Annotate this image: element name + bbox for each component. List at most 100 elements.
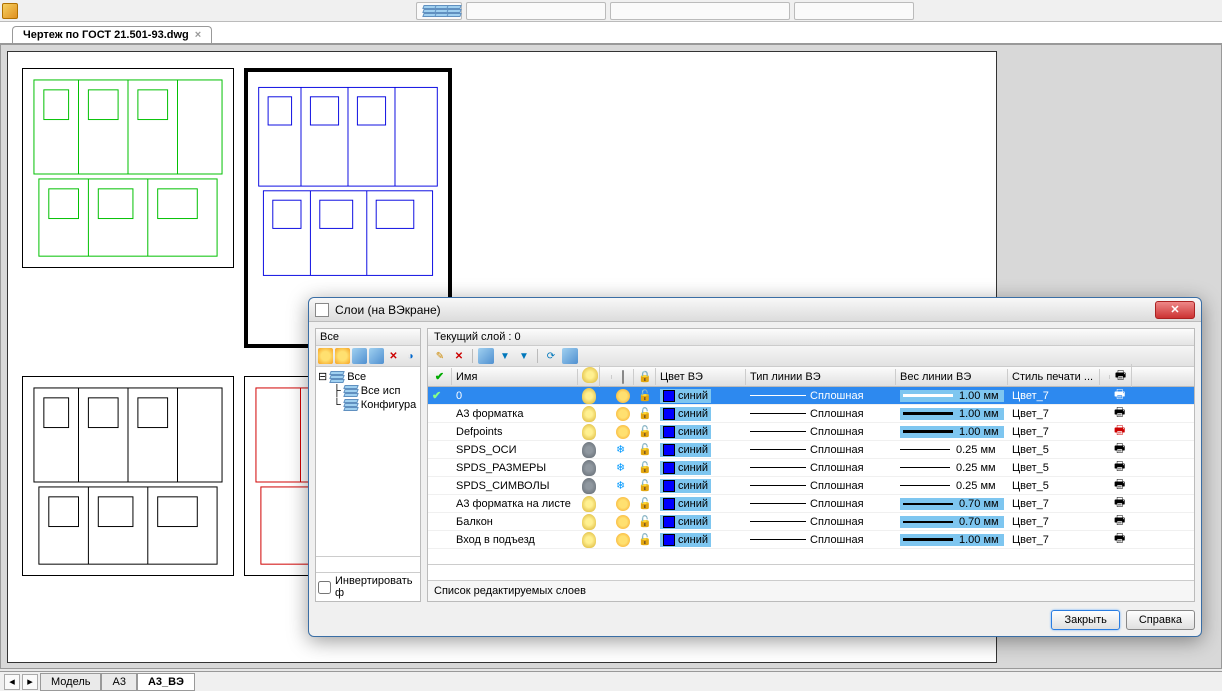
cell-plotstyle[interactable]: Цвет_7 xyxy=(1008,495,1100,512)
cell-status[interactable] xyxy=(428,495,452,512)
cell-color[interactable]: синий xyxy=(656,513,746,530)
cell-lock[interactable] xyxy=(634,531,656,548)
cell-lock[interactable] xyxy=(634,405,656,422)
cell-status[interactable] xyxy=(428,513,452,530)
col-lineweight[interactable]: Вес линии ВЭ xyxy=(896,369,1008,385)
cell-lineweight[interactable]: 1.00 мм xyxy=(896,387,1008,404)
cell-plot[interactable] xyxy=(1110,495,1132,512)
delete-icon[interactable]: ✕ xyxy=(386,348,401,364)
cell-color[interactable]: синий xyxy=(656,441,746,458)
scroll-left-icon[interactable]: ◂ xyxy=(4,674,20,690)
tree-node-config[interactable]: └ Конфигура xyxy=(318,398,418,412)
cell-lock[interactable] xyxy=(634,459,656,476)
cell-plot[interactable] xyxy=(1110,423,1132,440)
cell-on[interactable] xyxy=(578,441,600,458)
blue-action-icon[interactable]: ◑ xyxy=(403,348,418,364)
cell-lineweight[interactable]: 0.25 мм xyxy=(896,441,1008,458)
close-tab-icon[interactable]: × xyxy=(195,29,201,41)
delete-layer-icon[interactable]: ✕ xyxy=(451,348,467,364)
cell-freeze[interactable] xyxy=(612,423,634,440)
dialog-titlebar[interactable]: Слои (на ВЭкране) ✕ xyxy=(309,298,1201,322)
cell-freeze[interactable] xyxy=(612,441,634,458)
layer-row[interactable]: А3 форматкасинийСплошная1.00 ммЦвет_7 xyxy=(428,405,1194,423)
cell-lock[interactable] xyxy=(634,387,656,404)
cell-freeze[interactable] xyxy=(612,531,634,548)
sun-icon[interactable] xyxy=(335,348,350,364)
cell-plotstyle[interactable]: Цвет_5 xyxy=(1008,441,1100,458)
tab-model[interactable]: Модель xyxy=(40,673,101,691)
help-button[interactable]: Справка xyxy=(1126,610,1195,630)
cell-plot[interactable] xyxy=(1110,405,1132,422)
cell-linetype[interactable]: Сплошная xyxy=(746,423,896,440)
cell-lock[interactable] xyxy=(634,495,656,512)
cell-plot[interactable] xyxy=(1110,387,1132,404)
cell-plot[interactable] xyxy=(1110,513,1132,530)
app-icon[interactable] xyxy=(2,3,18,19)
cell-color[interactable]: синий xyxy=(656,495,746,512)
cell-plotstyle[interactable]: Цвет_7 xyxy=(1008,405,1100,422)
cell-plotstyle[interactable]: Цвет_5 xyxy=(1008,477,1100,494)
cell-status[interactable] xyxy=(428,423,452,440)
col-color[interactable]: Цвет ВЭ xyxy=(656,369,746,385)
document-tab[interactable]: Чертеж по ГОСТ 21.501-93.dwg × xyxy=(12,26,212,43)
cell-linetype[interactable]: Сплошная xyxy=(746,495,896,512)
cell-color[interactable]: синий xyxy=(656,405,746,422)
cell-on[interactable] xyxy=(578,531,600,548)
viewport-1[interactable] xyxy=(22,68,234,268)
tree-hscroll[interactable] xyxy=(316,556,420,572)
col-freeze[interactable] xyxy=(612,369,634,385)
cell-freeze[interactable] xyxy=(612,495,634,512)
layer-row[interactable]: SPDS_ОСИсинийСплошная0.25 ммЦвет_5 xyxy=(428,441,1194,459)
cell-status[interactable] xyxy=(428,441,452,458)
cell-freeze[interactable] xyxy=(612,513,634,530)
col-lock[interactable] xyxy=(634,368,656,385)
sun-icon[interactable] xyxy=(318,348,333,364)
cell-linetype[interactable]: Сплошная xyxy=(746,387,896,404)
cell-on[interactable] xyxy=(578,513,600,530)
grid-hscroll[interactable] xyxy=(428,564,1194,580)
cell-lock[interactable] xyxy=(634,441,656,458)
cell-plotstyle[interactable]: Цвет_7 xyxy=(1008,387,1100,404)
cell-name[interactable]: Defpoints xyxy=(452,423,578,440)
cell-lineweight[interactable]: 1.00 мм xyxy=(896,423,1008,440)
cell-plotstyle[interactable]: Цвет_7 xyxy=(1008,423,1100,440)
tree-body[interactable]: ⊟ Все ├ Все исп └ Конфигура xyxy=(316,367,420,556)
cell-name[interactable]: SPDS_РАЗМЕРЫ xyxy=(452,459,578,476)
cell-on[interactable] xyxy=(578,459,600,476)
new-layer-icon[interactable]: ✎ xyxy=(432,348,448,364)
col-on[interactable] xyxy=(578,365,600,388)
cell-name[interactable]: 0 xyxy=(452,387,578,404)
layer-row[interactable]: БалконсинийСплошная0.70 ммЦвет_7 xyxy=(428,513,1194,531)
cell-on[interactable] xyxy=(578,495,600,512)
layer-row[interactable]: Вход в подъездсинийСплошная1.00 ммЦвет_7 xyxy=(428,531,1194,549)
cell-plotstyle[interactable]: Цвет_7 xyxy=(1008,513,1100,530)
cell-name[interactable]: SPDS_ОСИ xyxy=(452,441,578,458)
cell-freeze[interactable] xyxy=(612,387,634,404)
tree-node-used[interactable]: ├ Все исп xyxy=(318,384,418,398)
col-plotstyle[interactable]: Стиль печати ... xyxy=(1008,369,1100,385)
cell-color[interactable]: синий xyxy=(656,477,746,494)
col-linetype[interactable]: Тип линии ВЭ xyxy=(746,369,896,385)
cell-status[interactable] xyxy=(428,477,452,494)
close-button[interactable]: ✕ xyxy=(1155,301,1195,319)
cell-lock[interactable] xyxy=(634,477,656,494)
layers-icon[interactable] xyxy=(562,348,578,364)
cell-status[interactable] xyxy=(428,405,452,422)
cell-color[interactable]: синий xyxy=(656,387,746,404)
layers-icon[interactable] xyxy=(478,348,494,364)
cell-freeze[interactable] xyxy=(612,405,634,422)
cell-color[interactable]: синий xyxy=(656,459,746,476)
layer-row[interactable]: DefpointsсинийСплошная1.00 ммЦвет_7 xyxy=(428,423,1194,441)
cell-plotstyle[interactable]: Цвет_7 xyxy=(1008,531,1100,548)
cell-plot[interactable] xyxy=(1110,477,1132,494)
cell-lock[interactable] xyxy=(634,423,656,440)
invert-filter[interactable]: Инвертировать ф xyxy=(316,572,420,601)
cell-linetype[interactable]: Сплошная xyxy=(746,477,896,494)
cell-plot[interactable] xyxy=(1110,441,1132,458)
cell-linetype[interactable]: Сплошная xyxy=(746,513,896,530)
toolbar-segment[interactable] xyxy=(416,2,462,20)
cell-lineweight[interactable]: 0.70 мм xyxy=(896,495,1008,512)
cell-linetype[interactable]: Сплошная xyxy=(746,405,896,422)
layer-row[interactable]: SPDS_РАЗМЕРЫсинийСплошная0.25 ммЦвет_5 xyxy=(428,459,1194,477)
cell-plot[interactable] xyxy=(1110,459,1132,476)
